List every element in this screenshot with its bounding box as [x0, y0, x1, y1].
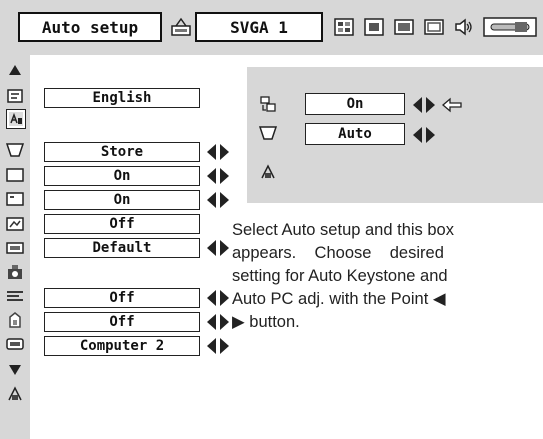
image-select-icon[interactable]: [333, 16, 355, 38]
point-left-right-arrows[interactable]: [205, 238, 231, 258]
power-management-value[interactable]: Off: [44, 288, 200, 308]
description-line: ▶ button.: [232, 313, 300, 331]
ceiling-icon: [6, 239, 24, 257]
description-line: Select Auto setup and this box: [232, 221, 454, 239]
description-line: Auto PC adj. with the Point ◀: [232, 290, 446, 308]
point-left-right-arrows[interactable]: [205, 142, 231, 162]
auto-keystone-value[interactable]: Auto: [305, 123, 405, 145]
auto-setup-icon: [6, 109, 26, 129]
screen-size-icon[interactable]: [423, 16, 445, 38]
display-icon: [6, 190, 24, 208]
lamp-counter-icon: [6, 311, 24, 329]
ceiling-value[interactable]: Default: [44, 238, 200, 258]
point-left-right-arrows[interactable]: [411, 125, 437, 145]
auto-setup-panel: On Auto: [247, 67, 543, 203]
terminal-value[interactable]: Computer 2: [44, 336, 200, 356]
description-line: appears. Choose desired: [232, 244, 444, 262]
point-left-right-arrows[interactable]: [411, 95, 437, 115]
keystone-icon: [6, 141, 24, 159]
auto-keystone-icon: [259, 125, 277, 141]
screen-icon[interactable]: [393, 16, 415, 38]
scroll-up-icon[interactable]: [6, 61, 24, 79]
terminal-icon: [6, 335, 24, 353]
quit-icon[interactable]: [6, 385, 24, 403]
pc-adjust-icon[interactable]: [170, 16, 192, 38]
display-value[interactable]: On: [44, 190, 200, 210]
point-left-right-arrows[interactable]: [205, 190, 231, 210]
logo-icon: [6, 215, 24, 233]
menu-bar: Auto setup SVGA 1: [0, 0, 543, 55]
description-text: Select Auto setup and this box appears. …: [232, 219, 543, 334]
keystone-value[interactable]: Store: [44, 142, 200, 162]
image-adjust-icon[interactable]: [363, 16, 385, 38]
point-left-right-arrows[interactable]: [205, 312, 231, 332]
quit-icon[interactable]: [259, 163, 277, 181]
pointer-arrow-icon: [442, 97, 462, 113]
scroll-down-icon[interactable]: [6, 361, 24, 379]
language-value[interactable]: English: [44, 88, 200, 108]
rear-icon: [6, 263, 24, 281]
setting-icon[interactable]: [483, 16, 537, 38]
point-left-right-arrows[interactable]: [205, 288, 231, 308]
lamp-counter-value[interactable]: Off: [44, 312, 200, 332]
description-line: setting for Auto Keystone and: [232, 267, 448, 285]
auto-pc-adj-icon: [259, 95, 277, 113]
blue-back-icon: [6, 166, 24, 184]
blue-back-value[interactable]: On: [44, 166, 200, 186]
power-management-icon: [6, 287, 24, 305]
menu-title: Auto setup: [18, 12, 162, 42]
mode-indicator: SVGA 1: [195, 12, 323, 42]
point-left-right-arrows[interactable]: [205, 336, 231, 356]
sound-icon[interactable]: [453, 16, 475, 38]
sidebar: [0, 55, 30, 439]
auto-pc-adj-value[interactable]: On: [305, 93, 405, 115]
logo-value[interactable]: Off: [44, 214, 200, 234]
point-left-right-arrows[interactable]: [205, 166, 231, 186]
language-icon: [6, 87, 24, 105]
